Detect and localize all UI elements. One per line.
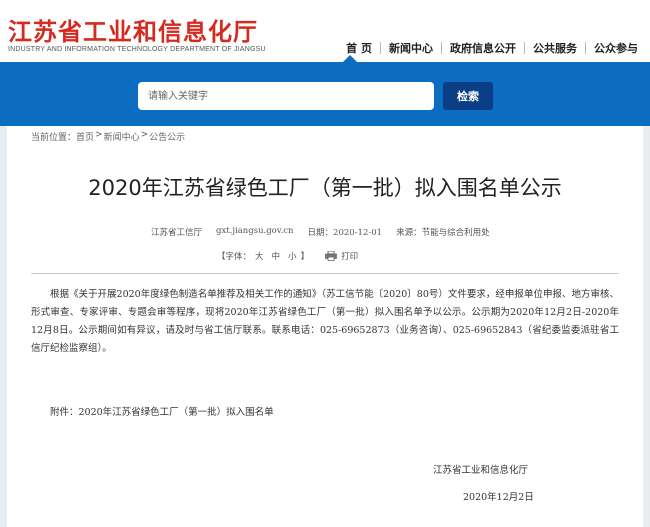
font-size-medium[interactable]: 中: [272, 250, 281, 262]
nav-item-gov-info[interactable]: 政府信息公开: [442, 40, 524, 56]
article-site: gxt.jiangsu.gov.cn: [216, 226, 294, 236]
signature-date: 2020年12月2日: [463, 492, 534, 503]
nav-item-public-service[interactable]: 公共服务: [525, 40, 585, 56]
site-header: 江苏省工业和信息化厅 INDUSTRY AND INFORMATION TECH…: [0, 0, 650, 62]
nav-item-news[interactable]: 新闻中心: [381, 40, 441, 56]
article-body: 根据《关于开展2020年度绿色制造名单推荐及相关工作的通知》（苏工信节能〔202…: [31, 289, 619, 354]
article-source: 江苏省工信厅: [151, 228, 203, 238]
breadcrumb-news[interactable]: 新闻中心: [104, 130, 140, 143]
meta-divider: [31, 273, 619, 274]
print-link[interactable]: 打印: [341, 250, 358, 262]
article-meta: 江苏省工信厅 gxt.jiangsu.gov.cn 日期：2020-12-01 …: [151, 226, 504, 238]
font-size-small[interactable]: 小: [288, 250, 297, 262]
site-logo-cn[interactable]: 江苏省工业和信息化厅: [8, 12, 258, 47]
printer-icon[interactable]: [325, 251, 337, 261]
article-title: 2020年江苏省绿色工厂（第一批）拟入围名单公示: [88, 176, 562, 200]
nav-item-participation[interactable]: 公众参与: [586, 40, 646, 56]
breadcrumb-separator: >: [140, 130, 149, 140]
font-size-close: 】: [300, 252, 310, 262]
search-input[interactable]: [138, 82, 434, 110]
article-attachment[interactable]: 附件：2020年江苏省绿色工厂（第一批）拟入围名单: [31, 404, 274, 418]
signature-org: 江苏省工业和信息化厅: [433, 465, 529, 476]
breadcrumb-separator: >: [95, 130, 103, 140]
active-nav-caret-icon: [343, 55, 357, 62]
article-container: 当前位置： 首页 > 新闻中心 > 公告公示 2020年江苏省绿色工厂（第一批）…: [7, 126, 643, 527]
main-nav: 首 页 新闻中心 政府信息公开 公共服务 公众参与: [338, 40, 646, 56]
search-button[interactable]: 检索: [443, 82, 493, 110]
nav-item-home[interactable]: 首 页: [338, 40, 380, 56]
search-band: 检索: [0, 62, 650, 126]
font-size-label: 【字体：: [217, 252, 252, 262]
article-date: 日期：2020-12-01: [307, 228, 383, 238]
article-tools: 【字体： 大 中 小 】 打印: [217, 250, 358, 262]
breadcrumb: 当前位置： 首页 > 新闻中心 > 公告公示: [31, 130, 185, 143]
article-origin: 来源：节能与综合利用处: [396, 228, 490, 238]
breadcrumb-prefix: 当前位置：: [31, 133, 77, 143]
font-size-large[interactable]: 大: [255, 250, 264, 262]
breadcrumb-notice[interactable]: 公告公示: [149, 130, 185, 143]
breadcrumb-home[interactable]: 首页: [76, 130, 94, 143]
site-logo-en: INDUSTRY AND INFORMATION TECHNOLOGY DEPA…: [8, 46, 266, 53]
